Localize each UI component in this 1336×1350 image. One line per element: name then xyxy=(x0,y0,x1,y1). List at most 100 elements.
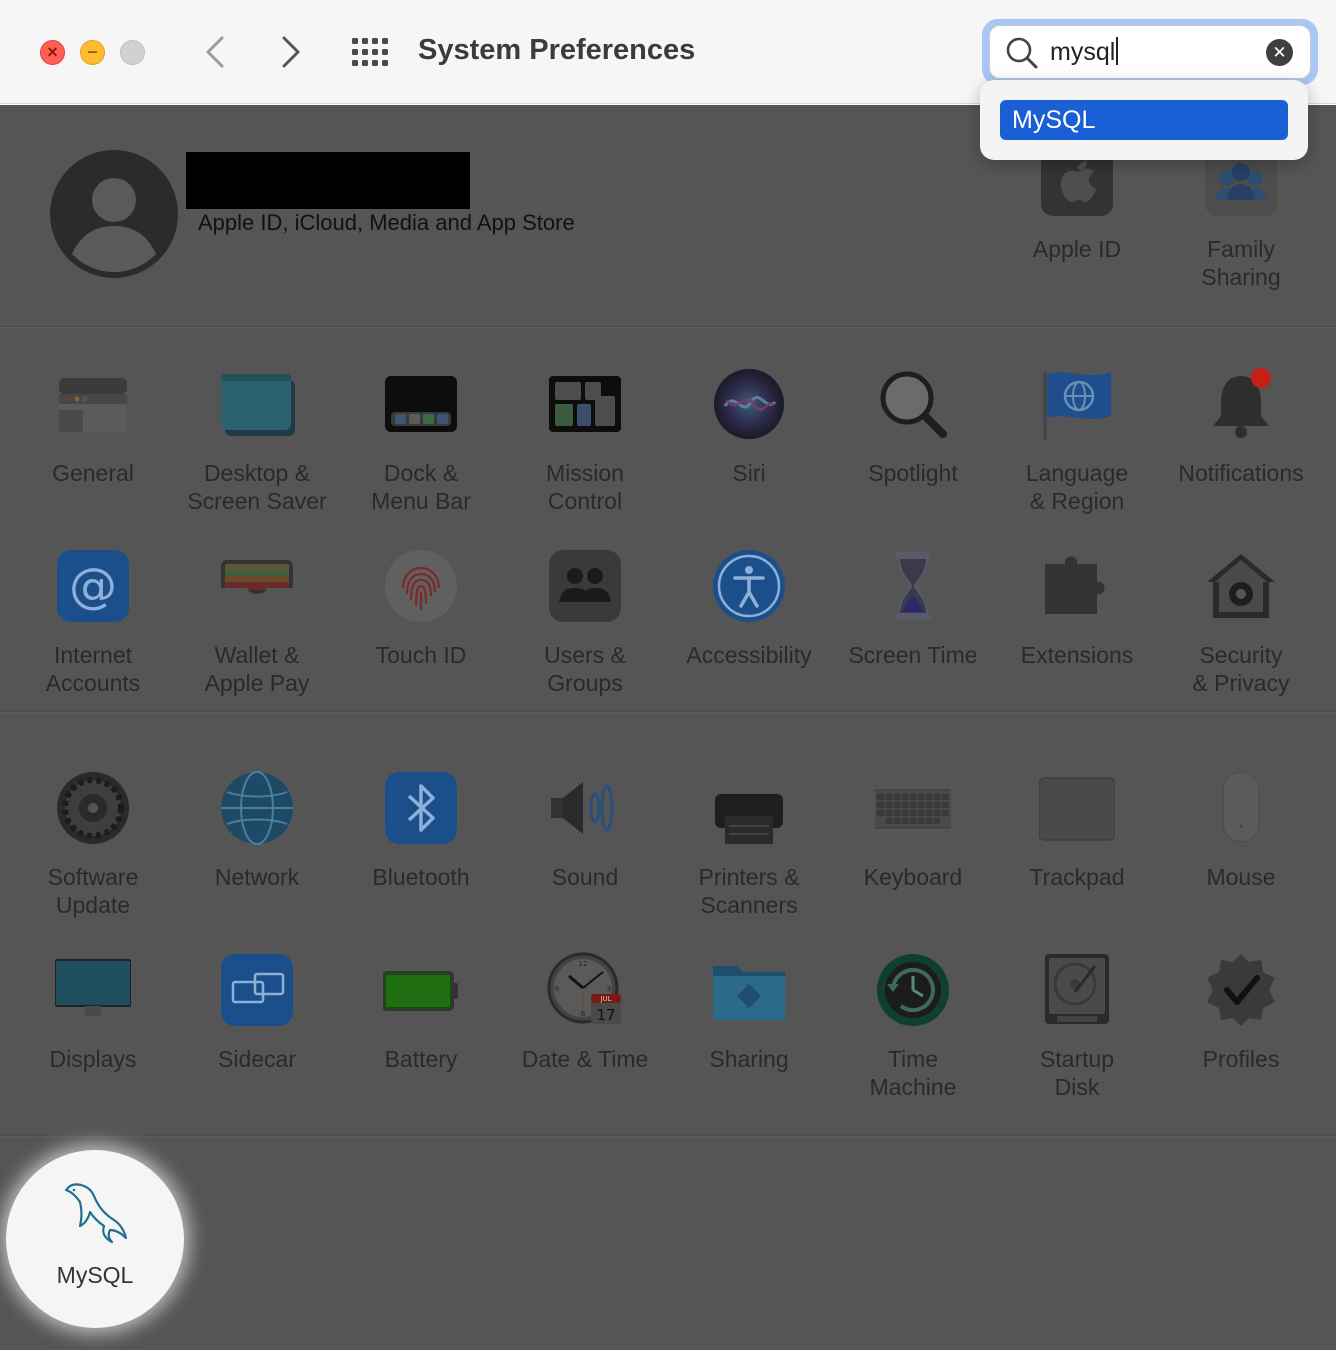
clock-calendar-icon: 12 3 6 9 JUL 17 xyxy=(547,952,621,1024)
house-lock-icon xyxy=(1207,554,1275,618)
pane-sidecar[interactable]: Sidecar xyxy=(175,952,339,1073)
search-query-text[interactable]: mysql xyxy=(1050,37,1119,67)
pane-trackpad[interactable]: Trackpad xyxy=(995,770,1159,891)
svg-text:JUL: JUL xyxy=(599,995,611,1003)
search-result-mysql[interactable]: MySQL xyxy=(1000,100,1288,140)
mouse-icon xyxy=(1222,771,1260,843)
pane-family-sharing[interactable]: Family Sharing xyxy=(1159,142,1323,291)
close-window-button[interactable]: × xyxy=(40,40,65,65)
grid-icon xyxy=(352,38,388,66)
zoom-window-button[interactable] xyxy=(120,40,145,65)
svg-text:3: 3 xyxy=(607,985,611,993)
back-button[interactable] xyxy=(196,32,236,72)
account-subtitle: Apple ID, iCloud, Media and App Store xyxy=(198,210,575,235)
accessibility-icon xyxy=(713,550,785,622)
pane-mouse[interactable]: Mouse xyxy=(1159,770,1323,891)
bluetooth-icon xyxy=(385,772,457,844)
mysql-label: MySQL xyxy=(56,1262,134,1288)
wallet-icon xyxy=(221,560,293,614)
redacted-account-name xyxy=(186,152,470,209)
time-machine-icon xyxy=(877,954,949,1026)
pane-mysql[interactable]: MySQL xyxy=(6,1150,184,1328)
pane-extensions[interactable]: Extensions xyxy=(995,548,1159,669)
pane-apple-id[interactable]: Apple ID xyxy=(995,142,1159,263)
divider xyxy=(0,711,1336,713)
pane-accessibility[interactable]: Accessibility xyxy=(667,548,831,669)
pane-sharing[interactable]: Sharing xyxy=(667,952,831,1073)
pane-desktop-screen-saver[interactable]: Desktop & Screen Saver xyxy=(175,366,339,515)
svg-text:9: 9 xyxy=(555,985,559,993)
window-title: System Preferences xyxy=(418,34,696,66)
pane-notifications[interactable]: Notifications xyxy=(1159,366,1323,487)
pane-startup-disk[interactable]: Startup Disk xyxy=(995,952,1159,1101)
siri-icon xyxy=(714,369,784,439)
fingerprint-icon xyxy=(385,550,457,622)
keyboard-icon xyxy=(872,789,954,829)
users-icon xyxy=(549,550,621,622)
preferences-content xyxy=(0,105,1336,1350)
pane-general[interactable]: General xyxy=(11,366,175,487)
battery-icon xyxy=(382,971,458,1011)
chevron-left-icon xyxy=(206,36,224,68)
pane-mission-control[interactable]: Mission Control xyxy=(503,366,667,515)
spotlight-icon xyxy=(880,371,947,438)
show-all-button[interactable] xyxy=(350,32,392,72)
pane-keyboard[interactable]: Keyboard xyxy=(831,770,995,891)
pane-language-region[interactable]: Language & Region xyxy=(995,366,1159,515)
pane-wallet-apple-pay[interactable]: Wallet & Apple Pay xyxy=(175,548,339,697)
globe-icon xyxy=(221,771,293,845)
at-sign-icon: @ xyxy=(57,550,129,622)
pane-touch-id[interactable]: Touch ID xyxy=(339,548,503,669)
minimize-window-button[interactable]: – xyxy=(80,40,105,65)
pane-date-time[interactable]: 12 3 6 9 JUL 17 Date & Time xyxy=(503,952,667,1073)
dock-icon xyxy=(385,376,457,432)
trackpad-icon xyxy=(1038,777,1116,841)
checkmark-badge-icon xyxy=(1207,954,1275,1026)
search-results-menu: MySQL xyxy=(980,80,1308,160)
pane-profiles[interactable]: Profiles xyxy=(1159,952,1323,1073)
pane-spotlight[interactable]: Spotlight xyxy=(831,366,995,487)
pane-bluetooth[interactable]: Bluetooth xyxy=(339,770,503,891)
pane-security-privacy[interactable]: Security & Privacy xyxy=(1159,548,1323,697)
clear-search-button[interactable]: ✕ xyxy=(1266,39,1293,66)
folder-sharing-icon xyxy=(713,966,785,1020)
hourglass-icon xyxy=(895,552,931,620)
pane-siri[interactable]: Siri xyxy=(667,366,831,487)
general-icon xyxy=(59,378,127,432)
hard-disk-icon xyxy=(1045,954,1109,1024)
sidecar-icon xyxy=(221,954,293,1026)
minimize-icon: – xyxy=(87,41,98,61)
desktop-icon xyxy=(221,374,295,436)
pane-users-groups[interactable]: Users & Groups xyxy=(503,548,667,697)
display-icon xyxy=(54,959,132,1016)
pane-sound[interactable]: Sound xyxy=(503,770,667,891)
speaker-icon xyxy=(551,782,614,834)
chevron-right-icon xyxy=(282,36,300,68)
printer-icon xyxy=(715,772,783,844)
gear-icon xyxy=(57,772,129,844)
mission-control-icon xyxy=(549,376,621,432)
forward-button[interactable] xyxy=(270,32,310,72)
pane-printers-scanners[interactable]: Printers & Scanners xyxy=(667,770,831,919)
clear-icon: ✕ xyxy=(1272,43,1287,62)
mysql-dolphin-icon xyxy=(64,1183,128,1244)
pane-displays[interactable]: Displays xyxy=(11,952,175,1073)
pane-screen-time[interactable]: Screen Time xyxy=(831,548,995,669)
user-avatar-icon[interactable] xyxy=(50,150,178,278)
pane-network[interactable]: Network xyxy=(175,770,339,891)
flag-globe-icon xyxy=(1043,372,1111,440)
svg-text:17: 17 xyxy=(596,1006,615,1024)
svg-text:12: 12 xyxy=(579,960,588,968)
pane-internet-accounts[interactable]: @ Internet Accounts xyxy=(11,548,175,697)
pane-software-update[interactable]: Software Update xyxy=(11,770,175,919)
pane-battery[interactable]: Battery xyxy=(339,952,503,1073)
puzzle-icon xyxy=(1045,556,1105,614)
bell-icon xyxy=(1213,368,1271,438)
pane-dock-menu-bar[interactable]: Dock & Menu Bar xyxy=(339,366,503,515)
pane-time-machine[interactable]: Time Machine xyxy=(831,952,995,1101)
divider xyxy=(0,326,1336,328)
magnifier-icon xyxy=(1006,37,1038,69)
close-icon: × xyxy=(47,42,58,62)
divider xyxy=(0,1135,1336,1137)
svg-text:@: @ xyxy=(69,558,117,614)
